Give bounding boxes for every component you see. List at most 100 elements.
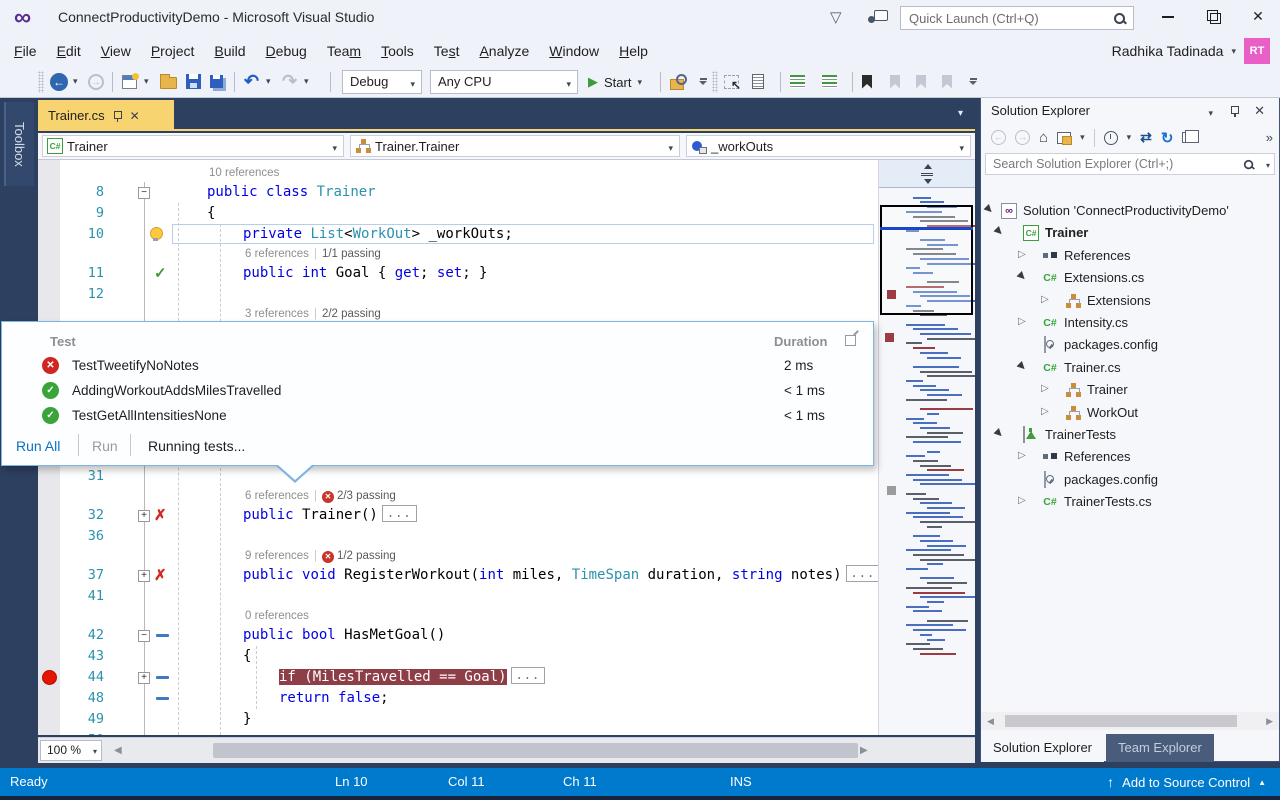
solution-explorer-search[interactable]: ▾	[985, 153, 1275, 175]
tree-item-packages-config[interactable]: packages.config	[981, 334, 1279, 356]
menu-test[interactable]: Test	[424, 36, 470, 66]
expand-region-icon[interactable]: +	[138, 510, 150, 522]
scroll-right-icon[interactable]: ▶	[860, 745, 868, 756]
collapsed-arrow-icon[interactable]: ▷	[1041, 406, 1049, 417]
decrease-indent-icon[interactable]	[790, 75, 805, 88]
expanded-arrow-icon[interactable]: ▶	[1015, 360, 1028, 373]
tree-item-packages-config[interactable]: packages.config	[981, 469, 1279, 491]
menu-view[interactable]: View	[91, 36, 141, 66]
codelens-indicator[interactable]: 3 references|2/2 passing	[245, 307, 381, 322]
expanded-arrow-icon[interactable]: ▶	[1015, 270, 1028, 283]
redo-dropdown[interactable]: ▾	[304, 66, 309, 97]
new-project-dropdown[interactable]: ▾	[144, 66, 149, 97]
avatar[interactable]: RT	[1244, 38, 1270, 64]
tree-item-trainer[interactable]: ▷Trainer	[981, 379, 1279, 401]
tree-item-trainer-cs[interactable]: ▶C#Trainer.cs	[981, 357, 1279, 379]
undo-icon[interactable]: ↶	[244, 66, 259, 97]
solution-explorer-search-input[interactable]	[993, 156, 1223, 172]
split-window-button[interactable]	[879, 160, 975, 188]
sync-with-active-document-icon[interactable]: ⇄	[1140, 129, 1152, 146]
find-in-files-icon[interactable]	[670, 74, 688, 90]
tree-item-trainertests-cs[interactable]: ▷C#TrainerTests.cs	[981, 491, 1279, 513]
collapsed-arrow-icon[interactable]: ▷	[1018, 450, 1026, 461]
scrollbar-map[interactable]	[878, 160, 975, 735]
close-button[interactable]: ✕	[1236, 0, 1280, 32]
filter-dropdown[interactable]: ▾	[1127, 132, 1132, 143]
navigate-backward-dropdown[interactable]: ▾	[73, 66, 78, 97]
se-overflow-icon[interactable]: »	[1266, 130, 1273, 145]
minimize-button[interactable]	[1146, 0, 1190, 32]
auto-hide-pin-icon[interactable]	[1230, 105, 1239, 117]
codelens-indicator[interactable]: 9 references|✕1/2 passing	[245, 549, 396, 564]
expanded-arrow-icon[interactable]: ▶	[982, 203, 995, 216]
collapsed-region-box[interactable]: ...	[382, 505, 417, 522]
new-project-icon[interactable]	[122, 75, 137, 89]
codelens-indicator[interactable]: 6 references|✕2/3 passing	[245, 489, 396, 504]
pin-tab-icon[interactable]	[113, 110, 122, 122]
collapsed-arrow-icon[interactable]: ▷	[1041, 383, 1049, 394]
switch-views-icon[interactable]	[1057, 132, 1071, 144]
expanded-arrow-icon[interactable]: ▶	[992, 225, 1005, 238]
collapsed-region-box[interactable]: ...	[846, 565, 881, 582]
breakpoint-icon[interactable]	[42, 670, 57, 685]
run-all-link[interactable]: Run All	[16, 438, 60, 454]
horizontal-scrollbar-thumb[interactable]	[213, 743, 858, 758]
clear-bookmarks-icon[interactable]	[942, 75, 952, 89]
menu-project[interactable]: Project	[141, 36, 205, 66]
menu-team[interactable]: Team	[317, 36, 371, 66]
se-forward-icon[interactable]: →	[1015, 130, 1030, 145]
document-list-dropdown-icon[interactable]: ▾	[958, 108, 963, 119]
codelens-indicator[interactable]: 6 references|1/1 passing	[245, 247, 381, 262]
solution-explorer-titlebar[interactable]: Solution Explorer ▾ ✕	[981, 98, 1279, 124]
toolbox-tab[interactable]: Toolbox	[4, 102, 34, 186]
refresh-icon[interactable]: ↻	[1161, 129, 1174, 147]
redo-icon[interactable]: ↷	[282, 66, 297, 97]
close-tab-icon[interactable]: ✕	[130, 109, 140, 123]
live-unit-testing-not-covered-icon[interactable]	[156, 676, 169, 679]
menu-file[interactable]: File	[4, 36, 47, 66]
codelens-indicator[interactable]: 10 references	[209, 166, 279, 181]
tab-solution-explorer[interactable]: Solution Explorer	[981, 734, 1104, 762]
menu-window[interactable]: Window	[539, 36, 609, 66]
se-back-icon[interactable]: ←	[991, 130, 1006, 145]
toolbar-overflow-icon[interactable]	[968, 66, 978, 97]
notifications-filter-icon[interactable]: ▽	[830, 8, 842, 26]
navigate-forward-icon[interactable]: →	[88, 74, 104, 90]
scroll-left-icon[interactable]: ◀	[114, 745, 122, 756]
menu-debug[interactable]: Debug	[256, 36, 317, 66]
navigate-backward-icon[interactable]: ←	[50, 73, 68, 91]
next-bookmark-icon[interactable]	[916, 75, 926, 89]
zoom-level-combo[interactable]: 100 %▾	[40, 740, 102, 761]
toolbar-grip[interactable]	[38, 71, 44, 93]
scrollbar-thumb[interactable]	[1005, 715, 1237, 727]
solution-configuration-combo[interactable]: Debug▾	[342, 70, 422, 94]
run-link[interactable]: Run	[92, 438, 118, 454]
quick-launch-input[interactable]	[909, 9, 1099, 27]
switch-views-dropdown[interactable]: ▾	[1080, 132, 1085, 143]
test-result-row[interactable]: ✓AddingWorkoutAddsMilesTravelled< 1 ms	[2, 379, 875, 404]
document-outline-icon[interactable]	[752, 74, 764, 89]
menu-edit[interactable]: Edit	[47, 36, 91, 66]
test-result-row[interactable]: ✕TestTweetifyNoNotes2 ms	[2, 354, 875, 379]
collapse-region-icon[interactable]: −	[138, 630, 150, 642]
live-unit-testing-pass-icon[interactable]: ✓	[154, 263, 167, 284]
solution-platform-combo[interactable]: Any CPU▾	[430, 70, 578, 94]
tree-item-trainertests[interactable]: ▶TrainerTests	[981, 424, 1279, 446]
dock-popup-icon[interactable]	[845, 335, 856, 346]
menu-help[interactable]: Help	[609, 36, 658, 66]
expand-region-icon[interactable]: +	[138, 672, 150, 684]
user-account[interactable]: Radhika Tadinada ▾ RT	[1112, 36, 1270, 66]
open-file-icon[interactable]	[160, 77, 177, 89]
tree-item-extensions-cs[interactable]: ▶C#Extensions.cs	[981, 267, 1279, 289]
add-to-source-control-button[interactable]: ↑ Add to Source Control ▲	[1107, 774, 1266, 790]
collapsed-region-box[interactable]: ...	[511, 667, 546, 684]
preview-selected-items-icon[interactable]	[1182, 132, 1194, 143]
toolbar-grip[interactable]	[712, 71, 718, 93]
start-debugging-button[interactable]: ▶ Start ▾	[588, 70, 642, 94]
start-dropdown[interactable]: ▾	[637, 77, 642, 88]
send-feedback-icon[interactable]	[866, 10, 888, 26]
tab-team-explorer[interactable]: Team Explorer	[1106, 734, 1214, 762]
select-block-icon[interactable]	[724, 75, 739, 89]
expanded-arrow-icon[interactable]: ▶	[992, 427, 1005, 440]
quick-launch-box[interactable]	[900, 6, 1134, 30]
